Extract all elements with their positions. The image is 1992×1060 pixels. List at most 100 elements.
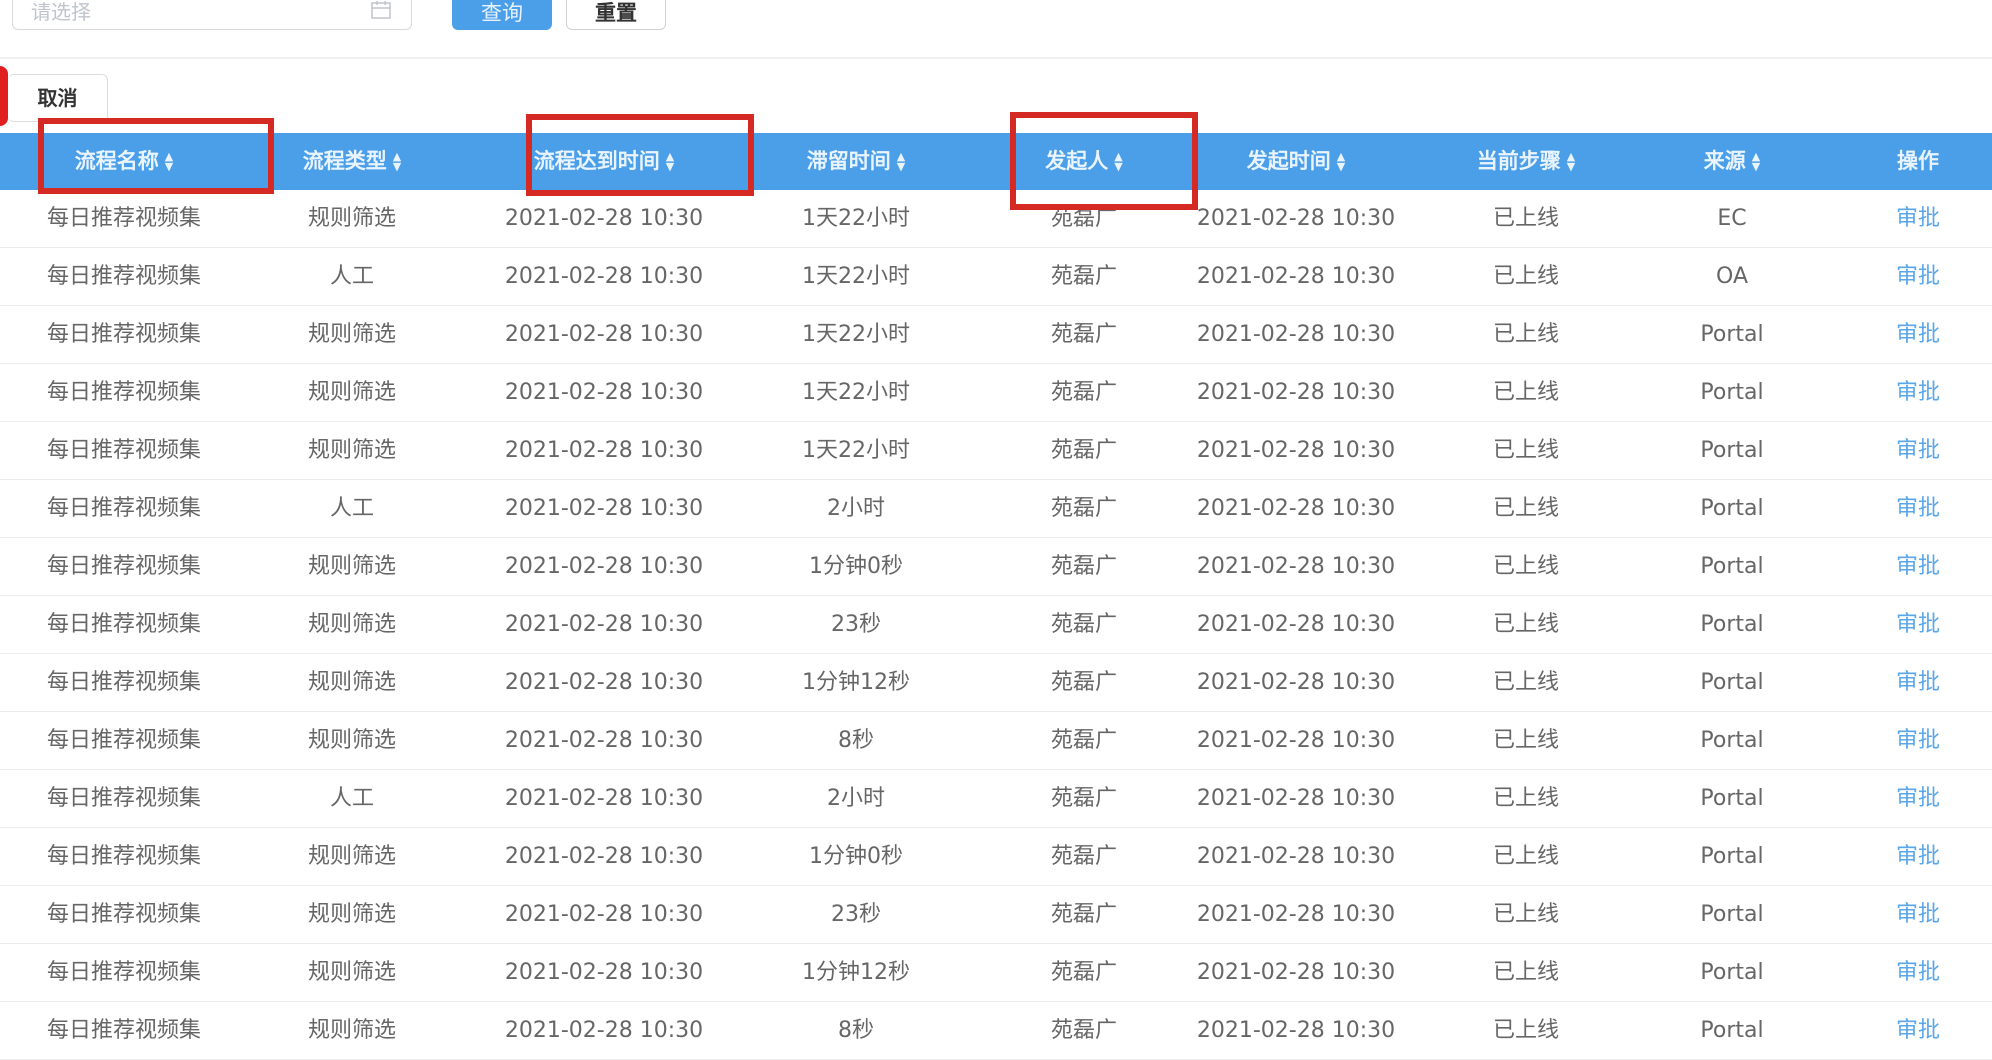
date-picker-input[interactable]: 请选择: [12, 0, 412, 30]
cell-stay-time: 8秒: [838, 728, 874, 753]
table-row: 每日推荐视频集 人工 2021-02-28 10:30 1天22小时 苑磊广 2021-0…: [0, 248, 1992, 306]
cell-source: Portal: [1700, 670, 1764, 695]
sort-caret-icon[interactable]: ▲ ▼: [393, 151, 401, 172]
sort-caret-icon[interactable]: ▲ ▼: [897, 151, 905, 172]
cell-source: Portal: [1700, 960, 1764, 985]
cell-process-name: 每日推荐视频集: [46, 496, 202, 521]
approve-link[interactable]: 审批: [1896, 654, 1940, 711]
cell-initiator: 苑磊广: [1050, 380, 1118, 405]
cell-initiator: 苑磊广: [1050, 496, 1118, 521]
cell-source: Portal: [1700, 554, 1764, 579]
table-row: 每日推荐视频集 规则筛选 2021-02-28 10:30 1天22小时 苑磊广 2021…: [0, 306, 1992, 364]
cell-current-step: 已上线: [1492, 438, 1560, 463]
cell-stay-time: 1天22小时: [802, 322, 910, 347]
approve-link[interactable]: 审批: [1896, 770, 1940, 827]
approve-link[interactable]: 审批: [1896, 538, 1940, 595]
approve-link[interactable]: 审批: [1896, 712, 1940, 769]
approve-link[interactable]: 审批: [1896, 190, 1940, 247]
query-button[interactable]: 查询: [452, 0, 552, 30]
table-row: 每日推荐视频集 人工 2021-02-28 10:30 2小时 苑磊广 2021-02-2…: [0, 770, 1992, 828]
cell-process-type: 规则筛选: [307, 844, 397, 869]
cell-process-type: 规则筛选: [307, 902, 397, 927]
approve-link[interactable]: 审批: [1896, 306, 1940, 363]
sort-caret-icon[interactable]: ▲ ▼: [1567, 151, 1575, 172]
cell-arrival-time: 2021-02-28 10:30: [504, 264, 704, 289]
cell-arrival-time: 2021-02-28 10:30: [504, 554, 704, 579]
cell-initiator: 苑磊广: [1050, 786, 1118, 811]
cell-stay-time: 23秒: [831, 612, 881, 637]
cell-process-name: 每日推荐视频集: [46, 902, 202, 927]
cell-current-step: 已上线: [1492, 786, 1560, 811]
approve-link[interactable]: 审批: [1896, 248, 1940, 305]
cell-current-step: 已上线: [1492, 670, 1560, 695]
approve-link[interactable]: 审批: [1896, 1002, 1940, 1059]
cell-stay-time: 1分钟0秒: [809, 554, 903, 579]
cell-stay-time: 1天22小时: [802, 264, 910, 289]
cell-process-type: 规则筛选: [307, 438, 397, 463]
cell-process-name: 每日推荐视频集: [46, 728, 202, 753]
cell-current-step: 已上线: [1492, 496, 1560, 521]
cell-stay-time: 2小时: [827, 786, 885, 811]
cell-start-time: 2021-02-28 10:30: [1196, 960, 1396, 985]
cell-initiator: 苑磊广: [1050, 322, 1118, 347]
reset-button[interactable]: 重置: [566, 0, 666, 30]
cancel-button[interactable]: 取消: [8, 74, 108, 122]
cell-process-type: 规则筛选: [307, 380, 397, 405]
sort-caret-icon[interactable]: ▲ ▼: [1752, 151, 1760, 172]
approve-link[interactable]: 审批: [1896, 364, 1940, 421]
header-label: 操作: [1897, 149, 1939, 173]
cell-initiator: 苑磊广: [1050, 438, 1118, 463]
sort-caret-icon[interactable]: ▲ ▼: [1337, 151, 1345, 172]
approve-link[interactable]: 审批: [1896, 944, 1940, 1001]
cell-start-time: 2021-02-28 10:30: [1196, 380, 1396, 405]
cell-start-time: 2021-02-28 10:30: [1196, 902, 1396, 927]
cell-start-time: 2021-02-28 10:30: [1196, 206, 1396, 231]
cell-start-time: 2021-02-28 10:30: [1196, 612, 1396, 637]
header-col-source[interactable]: 来源 ▲ ▼: [1704, 133, 1760, 190]
cell-current-step: 已上线: [1492, 844, 1560, 869]
header-col-stay-time[interactable]: 滞留时间 ▲ ▼: [807, 133, 905, 190]
table-row: 每日推荐视频集 规则筛选 2021-02-28 10:30 1分钟0秒 苑磊广 2021-…: [0, 538, 1992, 596]
cell-start-time: 2021-02-28 10:30: [1196, 670, 1396, 695]
cell-arrival-time: 2021-02-28 10:30: [504, 496, 704, 521]
table-row: 每日推荐视频集 规则筛选 2021-02-28 10:30 1分钟12秒 苑磊广 2021…: [0, 944, 1992, 1002]
cell-stay-time: 23秒: [831, 902, 881, 927]
cell-arrival-time: 2021-02-28 10:30: [504, 844, 704, 869]
cell-stay-time: 2小时: [827, 496, 885, 521]
cell-current-step: 已上线: [1492, 264, 1560, 289]
approve-link[interactable]: 审批: [1896, 480, 1940, 537]
cell-process-name: 每日推荐视频集: [46, 206, 202, 231]
approve-link[interactable]: 审批: [1896, 886, 1940, 943]
cell-source: Portal: [1700, 438, 1764, 463]
cell-initiator: 苑磊广: [1050, 554, 1118, 579]
header-col-start-time[interactable]: 发起时间 ▲ ▼: [1247, 133, 1345, 190]
calendar-icon: [371, 1, 391, 19]
header-col-action: 操作: [1897, 133, 1939, 190]
highlight-box-initiator: [1010, 112, 1198, 210]
cell-start-time: 2021-02-28 10:30: [1196, 786, 1396, 811]
cell-arrival-time: 2021-02-28 10:30: [504, 670, 704, 695]
cell-process-name: 每日推荐视频集: [46, 554, 202, 579]
approve-link[interactable]: 审批: [1896, 828, 1940, 885]
cell-process-name: 每日推荐视频集: [46, 670, 202, 695]
cell-initiator: 苑磊广: [1050, 960, 1118, 985]
cell-initiator: 苑磊广: [1050, 670, 1118, 695]
header-col-process-type[interactable]: 流程类型 ▲ ▼: [303, 133, 401, 190]
cell-arrival-time: 2021-02-28 10:30: [504, 322, 704, 347]
approve-link[interactable]: 审批: [1896, 422, 1940, 479]
highlight-box-arrival-time: [526, 114, 754, 196]
cell-process-type: 规则筛选: [307, 960, 397, 985]
cell-initiator: 苑磊广: [1050, 1018, 1118, 1043]
cell-current-step: 已上线: [1492, 728, 1560, 753]
cell-source: OA: [1716, 264, 1748, 289]
header-col-current-step[interactable]: 当前步骤 ▲ ▼: [1477, 133, 1575, 190]
approve-link[interactable]: 审批: [1896, 596, 1940, 653]
cell-process-name: 每日推荐视频集: [46, 322, 202, 347]
cell-arrival-time: 2021-02-28 10:30: [504, 438, 704, 463]
table-row: 每日推荐视频集 规则筛选 2021-02-28 10:30 1分钟12秒 苑磊广 2021…: [0, 654, 1992, 712]
cell-process-type: 规则筛选: [307, 1018, 397, 1043]
table-row: 每日推荐视频集 规则筛选 2021-02-28 10:30 1天22小时 苑磊广 2021…: [0, 364, 1992, 422]
cell-current-step: 已上线: [1492, 960, 1560, 985]
cell-source: Portal: [1700, 844, 1764, 869]
cell-process-type: 规则筛选: [307, 322, 397, 347]
